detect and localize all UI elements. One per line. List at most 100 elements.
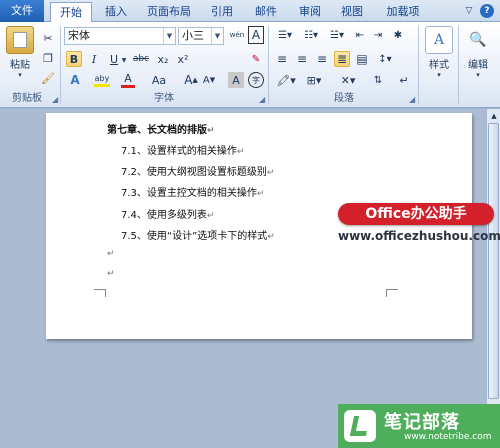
- justify-icon[interactable]: ≣: [334, 51, 350, 67]
- font-size-value: 小三: [182, 29, 204, 42]
- toc-item-text: 7.5、使用“设计”选项卡下的样式: [121, 231, 268, 242]
- tab-addins[interactable]: 加载项: [378, 2, 428, 22]
- strikethrough-button[interactable]: abc: [131, 51, 151, 67]
- chevron-down-icon[interactable]: ▼: [163, 28, 175, 44]
- clear-formatting-icon[interactable]: ✎: [248, 51, 264, 67]
- sort-icon[interactable]: ⇅: [370, 72, 386, 88]
- toc-item[interactable]: 7.5、使用“设计”选项卡下的样式↵: [121, 227, 275, 242]
- toc-item-text: 7.3、设置主控文档的相关操作: [121, 188, 257, 199]
- font-name-combo[interactable]: 宋体 ▼: [64, 27, 176, 45]
- highlight-color-button[interactable]: aby: [92, 72, 112, 88]
- asian-layout-icon[interactable]: ✕▾: [336, 72, 360, 88]
- margin-corner-mark: [94, 289, 106, 297]
- chinese-layout-icon[interactable]: ✱: [390, 27, 406, 43]
- char-shading-label: A: [232, 73, 240, 87]
- numbering-icon[interactable]: ☷▾: [300, 27, 322, 43]
- text-effects-icon[interactable]: A: [66, 72, 84, 88]
- phonetic-guide-label: wén: [229, 31, 245, 39]
- decrease-indent-icon[interactable]: ⇤: [352, 27, 368, 43]
- subscript-button[interactable]: x₂: [155, 51, 171, 67]
- toc-item-text: 7.2、使用大纲视图设置标题级别: [121, 167, 267, 178]
- toc-item[interactable]: 7.4、使用多级列表↵: [121, 206, 214, 221]
- shading-icon[interactable]: 🖍▾: [274, 72, 298, 88]
- group-separator: [268, 26, 269, 104]
- multilevel-list-icon[interactable]: ☱▾: [326, 27, 348, 43]
- toc-item[interactable]: 7.2、使用大纲视图设置标题级别↵: [121, 163, 274, 178]
- ribbon-tabs: 文件 开始 插入 页面布局 引用 邮件 审阅 视图 加载项 ▽ ?: [0, 0, 500, 23]
- phonetic-guide-button[interactable]: wén: [228, 26, 246, 44]
- paste-label: 粘贴: [10, 60, 30, 71]
- line-spacing-icon[interactable]: ↕▾: [374, 51, 396, 67]
- clipboard-launcher-icon[interactable]: ◢: [52, 95, 58, 104]
- paragraph-launcher-icon[interactable]: ◢: [409, 95, 415, 104]
- bold-button[interactable]: B: [66, 51, 82, 67]
- align-left-icon[interactable]: ≡: [274, 51, 290, 67]
- cut-icon[interactable]: ✂: [40, 30, 56, 46]
- tab-home[interactable]: 开始: [50, 2, 92, 23]
- bullets-icon[interactable]: ☰▾: [274, 27, 296, 43]
- format-painter-icon[interactable]: 🖌: [40, 70, 56, 86]
- increase-indent-icon[interactable]: ⇥: [370, 27, 386, 43]
- char-border-button[interactable]: A: [248, 26, 264, 44]
- enclose-char-label: 字: [252, 75, 260, 85]
- paragraph-mark: ↵: [267, 232, 275, 242]
- vertical-scrollbar[interactable]: ▲ ▼ ⏶ ●: [486, 109, 500, 448]
- collapse-ribbon-icon[interactable]: ▽: [462, 4, 476, 18]
- paragraph-mark: ↵: [256, 189, 265, 199]
- styles-button[interactable]: A 样式 ▾: [422, 26, 456, 88]
- borders-icon[interactable]: ⊞▾: [302, 72, 326, 88]
- font-name-value: 宋体: [68, 29, 90, 42]
- group-separator: [418, 26, 419, 104]
- tab-view[interactable]: 视图: [334, 2, 370, 22]
- tab-review[interactable]: 审阅: [292, 2, 328, 22]
- subscript-label: x₂: [157, 52, 169, 66]
- char-border-label: A: [251, 28, 261, 42]
- scroll-thumb[interactable]: [488, 123, 499, 399]
- site-url: www.notetribe.com: [404, 432, 492, 442]
- toc-item[interactable]: 7.1、设置样式的相关操作↵: [121, 142, 244, 157]
- font-launcher-icon[interactable]: ◢: [259, 95, 265, 104]
- watermark-badge: Office办公助手: [338, 203, 494, 225]
- paragraph-mark: ↵: [266, 168, 275, 178]
- enclose-char-button[interactable]: 字: [248, 72, 264, 88]
- chapter-heading-text: 第七章、长文档的排版: [107, 125, 207, 136]
- distributed-icon[interactable]: ▤: [354, 51, 370, 67]
- grow-font-button[interactable]: A ▲: [184, 72, 198, 88]
- superscript-button[interactable]: x²: [175, 51, 191, 67]
- styles-label: 样式: [429, 60, 449, 71]
- copy-icon[interactable]: ❐: [40, 50, 56, 66]
- char-shading-button[interactable]: A: [228, 72, 244, 88]
- font-color-button[interactable]: A: [120, 72, 136, 88]
- clipboard-icon: [6, 26, 34, 54]
- highlight-swatch: [94, 83, 110, 87]
- tab-references[interactable]: 引用: [204, 2, 240, 22]
- align-right-icon[interactable]: ≡: [314, 51, 330, 67]
- align-center-icon[interactable]: ≡: [294, 51, 310, 67]
- chevron-down-icon[interactable]: ▼: [211, 28, 223, 44]
- tab-page-layout[interactable]: 页面布局: [140, 2, 198, 22]
- scroll-up-icon[interactable]: ▲: [488, 110, 500, 122]
- change-case-button[interactable]: Aa: [148, 72, 170, 88]
- toc-item[interactable]: 7.3、设置主控文档的相关操作↵: [121, 184, 264, 199]
- empty-paragraph-mark: ↵: [107, 269, 115, 279]
- underline-button[interactable]: U: [106, 51, 122, 67]
- grow-font-label: A: [184, 73, 193, 87]
- show-marks-icon[interactable]: ↵: [396, 72, 412, 88]
- chevron-down-icon[interactable]: ▼: [121, 55, 127, 65]
- editing-button[interactable]: 🔍 编辑 ▾: [460, 26, 496, 88]
- paste-button[interactable]: 粘贴 ▾: [4, 26, 36, 82]
- chapter-heading[interactable]: 第七章、长文档的排版↵: [107, 121, 215, 136]
- document-page[interactable]: 第七章、长文档的排版↵ 7.1、设置样式的相关操作↵ 7.2、使用大纲视图设置标…: [46, 113, 472, 339]
- italic-label: I: [91, 52, 97, 66]
- shrink-font-button[interactable]: A ▼: [202, 72, 216, 88]
- font-size-combo[interactable]: 小三 ▼: [178, 27, 224, 45]
- italic-button[interactable]: I: [86, 51, 102, 67]
- group-separator: [60, 26, 61, 104]
- tab-mailings[interactable]: 邮件: [248, 2, 284, 22]
- tab-insert[interactable]: 插入: [98, 2, 134, 22]
- tab-file[interactable]: 文件: [0, 0, 44, 22]
- help-icon[interactable]: ?: [480, 4, 494, 18]
- notetribe-logo-icon: [344, 410, 376, 442]
- margin-corner-mark: [386, 289, 398, 297]
- toc-item-text: 7.4、使用多级列表: [121, 210, 207, 221]
